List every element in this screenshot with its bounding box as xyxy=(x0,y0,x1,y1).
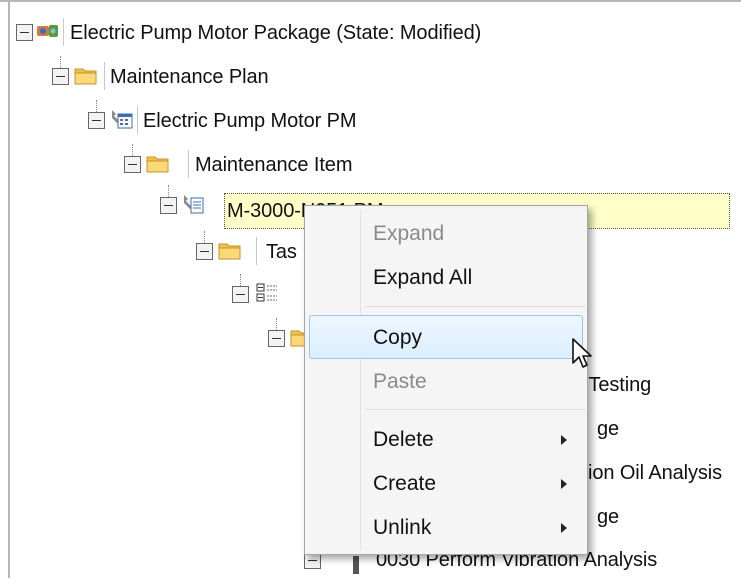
tree-node-label: Maintenance Plan xyxy=(110,66,269,88)
collapse-toggle[interactable] xyxy=(232,286,249,303)
folder-icon xyxy=(74,68,97,85)
tree-node-maintenance-item-folder[interactable]: Maintenance Item xyxy=(124,144,724,184)
context-menu: Expand Expand All Copy Paste Delete Crea… xyxy=(304,205,588,555)
submenu-arrow-icon xyxy=(561,479,567,489)
collapse-toggle[interactable] xyxy=(124,156,141,173)
collapse-toggle[interactable] xyxy=(52,68,69,85)
tool-icon xyxy=(353,556,359,574)
tree-connector xyxy=(132,144,135,156)
menu-divider xyxy=(365,409,585,410)
node-separator xyxy=(256,237,257,265)
collapse-toggle[interactable] xyxy=(268,330,285,347)
submenu-arrow-icon xyxy=(561,523,567,533)
task-list-icon xyxy=(256,283,277,302)
menu-item-label: Delete xyxy=(373,428,434,451)
maintenance-item-icon xyxy=(184,195,204,214)
tree-node-label: Maintenance Item xyxy=(195,154,353,176)
menu-item-paste[interactable]: Paste xyxy=(309,362,583,402)
menu-item-label: Paste xyxy=(373,370,427,393)
collapse-toggle[interactable] xyxy=(160,197,177,214)
menu-item-label: Expand xyxy=(373,222,445,245)
tree-node-label: ion Oil Analysis xyxy=(588,462,723,484)
collapse-toggle[interactable] xyxy=(88,112,105,129)
tree-node-label: Electric Pump Motor Package (State: Modi… xyxy=(70,22,482,44)
menu-item-label: Copy xyxy=(373,326,423,349)
tree-node-label: Tas xyxy=(266,241,297,263)
panel-border-top xyxy=(0,0,741,2)
tree-connector xyxy=(240,274,243,286)
tree-node-task-list[interactable] xyxy=(232,274,312,314)
tree-connector xyxy=(60,56,63,68)
tree-node-package[interactable]: Electric Pump Motor Package (State: Modi… xyxy=(16,12,716,52)
menu-divider xyxy=(365,306,585,307)
maintenance-plan-icon xyxy=(112,110,133,129)
node-separator xyxy=(137,106,138,134)
node-separator xyxy=(104,62,105,90)
node-separator xyxy=(63,18,64,46)
package-icon xyxy=(37,25,58,37)
tree-node-label: ge xyxy=(597,418,620,440)
menu-item-expand-all[interactable]: Expand All xyxy=(309,258,583,298)
tree-node-label: Electric Pump Motor PM xyxy=(143,110,357,132)
tree-connector xyxy=(204,231,207,243)
tree-connector xyxy=(96,100,99,112)
menu-item-unlink[interactable]: Unlink xyxy=(309,508,583,548)
menu-item-label: Create xyxy=(373,472,437,495)
collapse-toggle[interactable] xyxy=(16,24,33,41)
menu-item-label: Unlink xyxy=(373,516,432,539)
mouse-pointer-icon xyxy=(572,338,592,368)
submenu-arrow-icon xyxy=(561,435,567,445)
tree-node-label: ge xyxy=(597,506,620,528)
menu-item-delete[interactable]: Delete xyxy=(309,420,583,460)
folder-icon xyxy=(218,243,241,260)
menu-item-copy[interactable]: Copy xyxy=(309,315,583,359)
node-separator xyxy=(188,150,189,178)
panel-border-left xyxy=(8,0,10,578)
tree-connector xyxy=(276,318,279,330)
menu-item-label: Expand All xyxy=(373,266,473,289)
menu-item-expand[interactable]: Expand xyxy=(309,214,583,254)
menu-item-create[interactable]: Create xyxy=(309,464,583,504)
tree-connector xyxy=(168,185,171,197)
tree-node-maintenance-plan[interactable]: Maintenance Plan xyxy=(52,56,652,96)
collapse-toggle[interactable] xyxy=(196,243,213,260)
folder-icon xyxy=(146,156,169,173)
tree-node-pm[interactable]: Electric Pump Motor PM xyxy=(88,100,688,140)
